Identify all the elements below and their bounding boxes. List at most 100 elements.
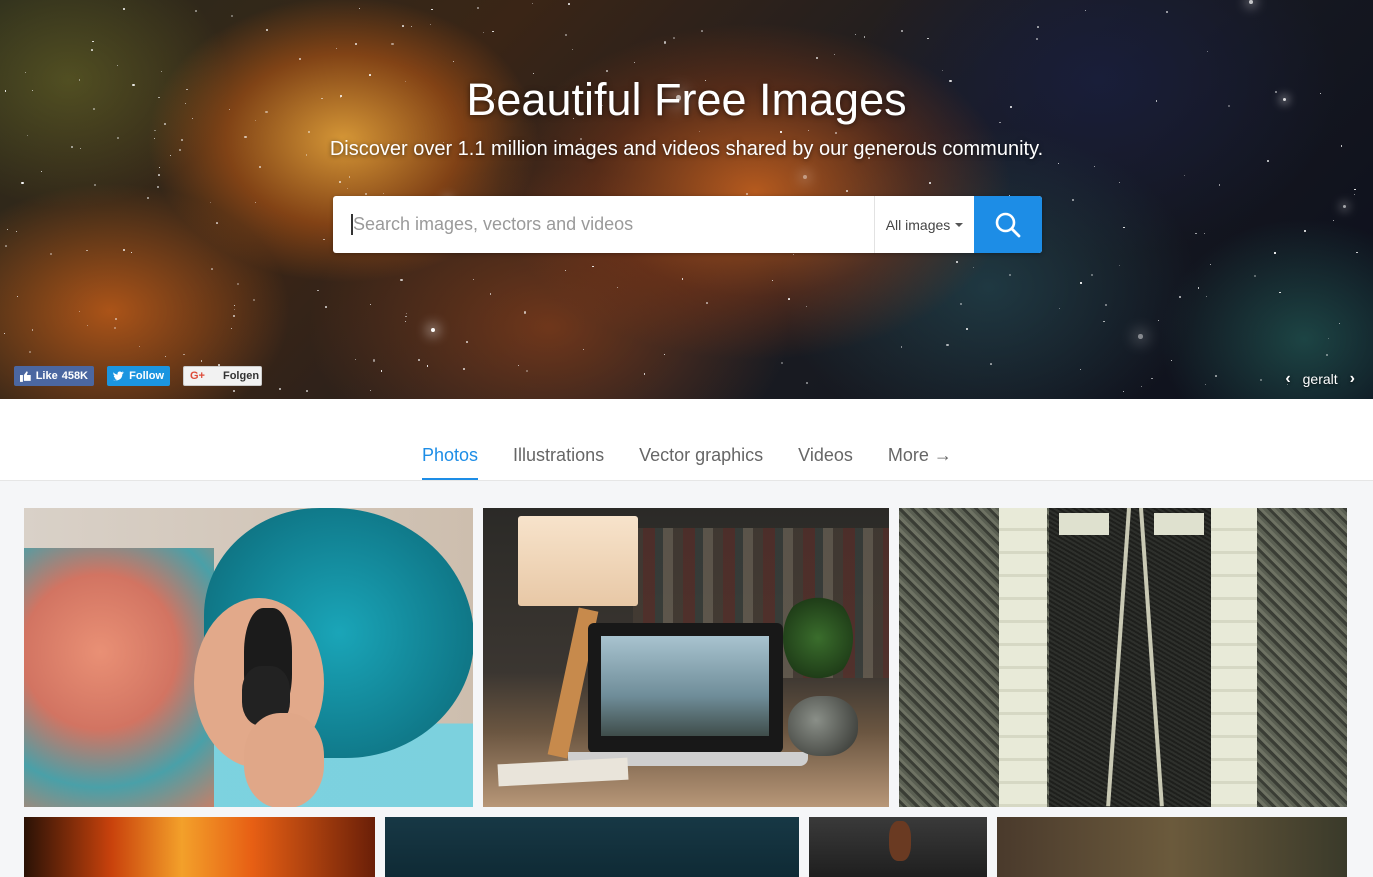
image-content [788,696,858,756]
star [146,196,149,199]
star [781,361,784,364]
next-chevron-icon[interactable]: › [1350,370,1355,388]
hero-subtitle: Discover over 1.1 million images and vid… [329,138,1044,160]
star [1093,165,1096,168]
star [306,390,308,392]
star [183,353,185,356]
image-content [24,548,214,807]
image-tile[interactable] [483,508,889,807]
star [255,201,257,203]
star [216,221,219,224]
facebook-like-count: 458K [61,370,88,382]
star [1279,291,1281,294]
image-tile[interactable] [997,817,1347,877]
star [1195,232,1197,235]
star [462,368,465,371]
star [1259,379,1262,382]
thumbs-up-icon [20,370,31,382]
star [324,306,327,308]
image-content [1059,513,1109,535]
star [582,348,585,350]
star [79,311,81,313]
star [793,254,795,256]
star [426,365,428,367]
star [400,278,403,282]
star [21,182,24,185]
google-plus-follow-button[interactable]: G+ Folgen [183,366,262,386]
twitter-follow-button[interactable]: Follow [107,366,170,386]
credit-author-link[interactable]: geralt [1303,371,1338,387]
star [973,266,975,268]
star [114,318,117,321]
photo-credit: ‹ geralt › [1285,370,1355,388]
caret-down-icon [955,222,964,227]
star [49,253,52,255]
star [517,365,519,367]
search-type-dropdown[interactable]: All images [874,196,974,253]
star [1151,377,1153,380]
star [1215,375,1217,378]
star [928,181,931,184]
image-tile[interactable] [385,817,799,877]
search-button[interactable] [974,196,1042,253]
star [989,362,992,365]
star [489,293,492,295]
star [592,265,594,267]
star [369,390,371,392]
star [1326,353,1329,356]
star [643,373,646,375]
star [15,230,18,233]
star [1304,230,1306,232]
image-tile[interactable] [24,817,375,877]
star [164,355,167,358]
image-tile[interactable] [899,508,1347,807]
star [354,359,357,361]
tab-photos[interactable]: Photos [422,399,479,480]
tab-illustrations[interactable]: Illustrations [513,399,604,480]
facebook-like-button[interactable]: Like 458K [14,366,94,386]
hero-content: Beautiful Free Images Discover over 1.1 … [0,0,1373,161]
star [86,249,88,252]
image-content [1049,508,1219,807]
star [231,328,233,329]
star [1119,182,1121,184]
star [259,166,262,169]
star [1059,307,1061,309]
star [211,268,213,270]
star [1218,184,1221,186]
star [138,346,140,348]
star [233,390,235,392]
image-tile[interactable] [809,817,987,877]
star [159,166,161,168]
star [1204,383,1206,385]
previous-chevron-icon[interactable]: ‹ [1285,370,1290,388]
search-input[interactable] [351,214,874,235]
star [946,343,949,346]
star [158,174,160,176]
star [900,346,903,348]
star [431,328,436,333]
star [955,261,958,264]
tab-vector-graphics[interactable]: Vector graphics [639,399,763,480]
star [663,354,665,356]
star [383,193,384,195]
image-content [889,821,911,861]
star [1090,274,1093,277]
image-content [999,508,1047,807]
star [846,190,849,193]
star [113,327,116,330]
star [1274,252,1276,254]
star [317,290,319,292]
star [6,228,8,230]
star [1079,369,1081,371]
tab-more[interactable]: More → [888,399,952,480]
star [364,193,367,195]
star [617,287,619,288]
star [473,278,475,280]
hero-banner: Beautiful Free Images Discover over 1.1 … [0,0,1373,399]
search-icon [995,212,1021,237]
image-tile[interactable] [24,508,473,807]
star [1253,275,1256,278]
tab-videos[interactable]: Videos [798,399,853,480]
star [1339,322,1341,324]
